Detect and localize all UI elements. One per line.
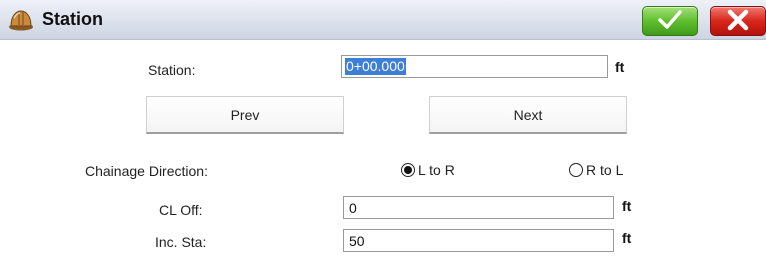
station-value: 0+00.000	[345, 58, 406, 75]
chainage-direction-label: Chainage Direction:	[85, 163, 208, 179]
hard-hat-icon	[8, 8, 34, 32]
radio-selected-indicator	[401, 163, 415, 177]
cl-off-input[interactable]	[343, 196, 614, 219]
x-icon	[726, 9, 750, 34]
station-input[interactable]: 0+00.000	[341, 55, 608, 78]
radio-unselected-indicator	[569, 163, 583, 177]
prev-button[interactable]: Prev	[146, 96, 344, 134]
next-button[interactable]: Next	[429, 96, 627, 134]
radio-r-to-l-label: R to L	[586, 162, 624, 178]
cancel-button[interactable]	[710, 6, 766, 36]
window-title: Station	[42, 9, 103, 29]
inc-sta-unit: ft	[622, 230, 632, 246]
checkmark-icon	[657, 9, 683, 34]
cl-off-label: CL Off:	[159, 202, 203, 218]
title-bar: Station	[0, 0, 766, 40]
station-unit: ft	[615, 59, 625, 75]
radio-l-to-r-label: L to R	[418, 162, 455, 178]
inc-sta-input[interactable]	[343, 229, 614, 252]
inc-sta-label: Inc. Sta:	[155, 234, 207, 250]
station-label: Station:	[148, 62, 196, 78]
ok-button[interactable]	[642, 6, 698, 36]
radio-r-to-l[interactable]: R to L	[569, 162, 623, 178]
radio-l-to-r[interactable]: L to R	[401, 162, 455, 178]
cl-off-unit: ft	[622, 198, 632, 214]
